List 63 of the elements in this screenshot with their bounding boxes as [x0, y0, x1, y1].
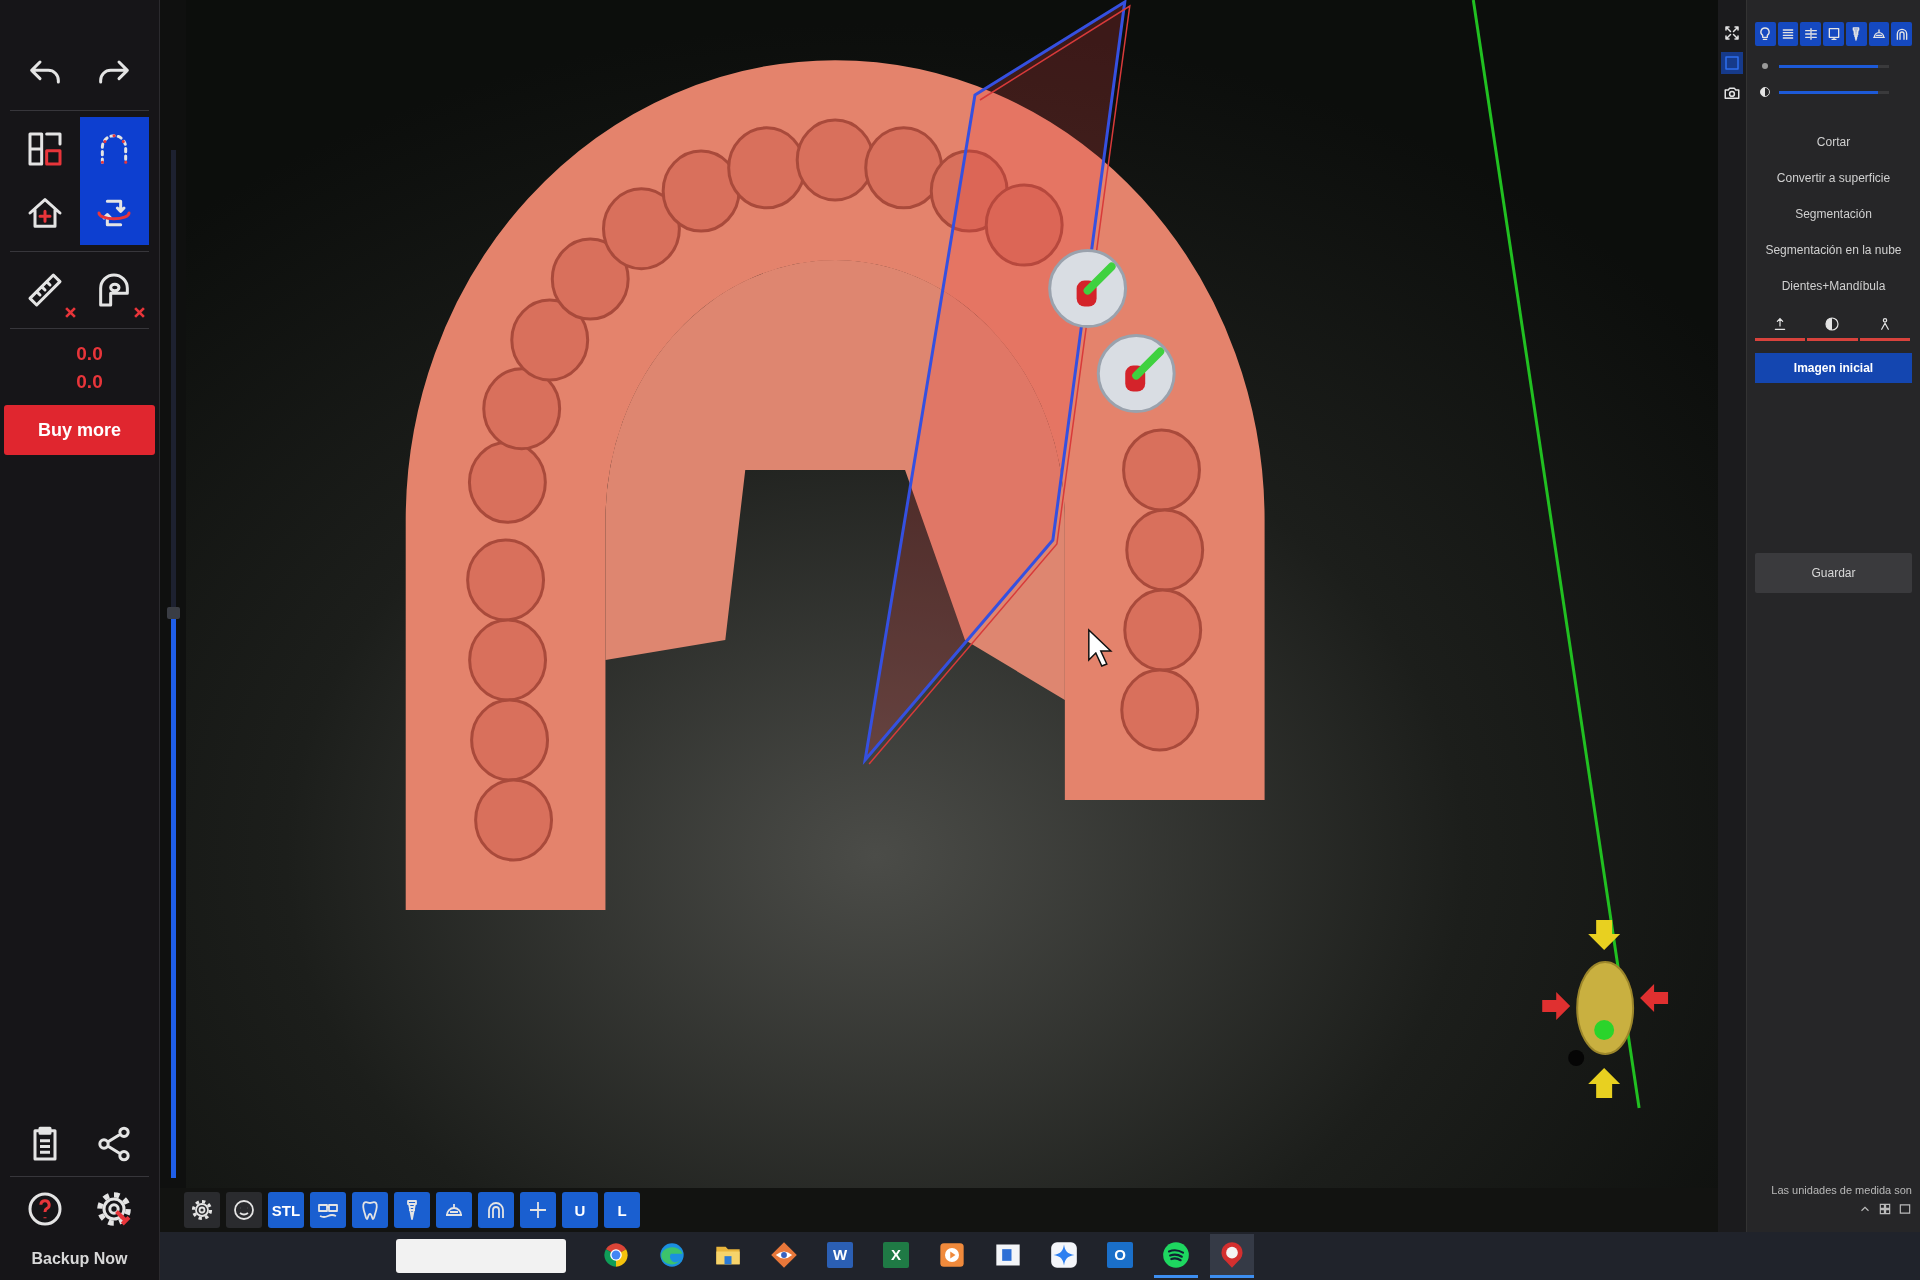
settings-icon: [190, 1198, 214, 1222]
plus-button[interactable]: [520, 1192, 556, 1228]
arch-button[interactable]: [1891, 22, 1913, 46]
denture-button[interactable]: [1868, 22, 1890, 46]
contrast-icon: [1824, 316, 1841, 332]
backup-button[interactable]: Backup Now: [31, 1246, 128, 1272]
taskbar-app-button[interactable]: X: [874, 1234, 918, 1278]
cutting-plane[interactable]: [862, 0, 1131, 766]
ring-logo-icon: [602, 1240, 630, 1269]
square-icon: [1723, 54, 1741, 72]
taskbar-app-button[interactable]: W: [818, 1234, 862, 1278]
slider-thumb[interactable]: [166, 606, 180, 619]
search-field[interactable]: [396, 1239, 566, 1273]
face-icon: [232, 1198, 256, 1222]
expand-icon: [1723, 24, 1741, 42]
rotate-button[interactable]: [79, 181, 149, 245]
orientation-gizmo[interactable]: [1542, 920, 1669, 1098]
dashed-arch-button[interactable]: [79, 117, 149, 181]
reading-value: 0.0: [76, 371, 103, 393]
initial-image-button[interactable]: Imagen inicial: [1755, 353, 1912, 383]
grid-icon[interactable]: [1878, 1202, 1892, 1216]
sliders-icon: [1802, 26, 1819, 42]
monitor-button[interactable]: [1823, 22, 1844, 46]
brightness-icon: [1759, 60, 1771, 72]
taskbar-app-button[interactable]: O: [1098, 1234, 1142, 1278]
sound-wave-icon: [1162, 1240, 1190, 1269]
taskbar-app-button[interactable]: [1210, 1234, 1254, 1278]
clear-icon[interactable]: [64, 307, 76, 318]
save-button[interactable]: Guardar: [1755, 553, 1912, 593]
contrast-icon: [1759, 86, 1771, 98]
menu-item[interactable]: Segmentación: [1755, 196, 1912, 232]
menu-item[interactable]: Convertir a superficie: [1755, 160, 1912, 196]
implant-marker[interactable]: [1048, 249, 1128, 329]
reading-value: 0.0: [76, 343, 103, 365]
swirl-logo-icon: [658, 1240, 686, 1269]
glasses-button[interactable]: [310, 1192, 346, 1228]
dental-model-drawing[interactable]: [405, 60, 1265, 910]
buy-more-button[interactable]: Buy more: [4, 405, 155, 455]
menu-item[interactable]: Cortar: [1755, 124, 1912, 160]
clear-icon[interactable]: [134, 307, 145, 318]
menu-item[interactable]: Dientes+Mandíbula: [1755, 268, 1912, 304]
toolbar-button[interactable]: U: [562, 1192, 598, 1228]
tooth-button[interactable]: [352, 1192, 388, 1228]
face-button[interactable]: [226, 1192, 262, 1228]
toolbar-button[interactable]: STL: [268, 1192, 304, 1228]
implant-button[interactable]: [1845, 22, 1867, 46]
sliders-button[interactable]: [1800, 22, 1822, 46]
mouse-cursor-icon: [1088, 628, 1113, 667]
lightbulb-button[interactable]: [1755, 22, 1776, 46]
toolbar-button[interactable]: L: [604, 1192, 640, 1228]
play-icon: [938, 1240, 966, 1269]
implant-marker[interactable]: [1096, 334, 1176, 414]
menu-item[interactable]: Segmentación en la nube: [1755, 232, 1912, 268]
square-icon[interactable]: [1898, 1202, 1912, 1216]
app-letter-tile: W: [827, 1241, 853, 1268]
list-button[interactable]: [1777, 22, 1799, 46]
camera-icon: [1723, 84, 1741, 102]
sparkle-icon: [1050, 1240, 1078, 1269]
units-note: Las unidades de medida son: [1771, 1184, 1912, 1196]
eye-icon: [770, 1240, 798, 1269]
settings-button[interactable]: [184, 1192, 220, 1228]
app-letter-tile: X: [883, 1241, 909, 1268]
app-letter-tile: O: [1107, 1241, 1133, 1268]
